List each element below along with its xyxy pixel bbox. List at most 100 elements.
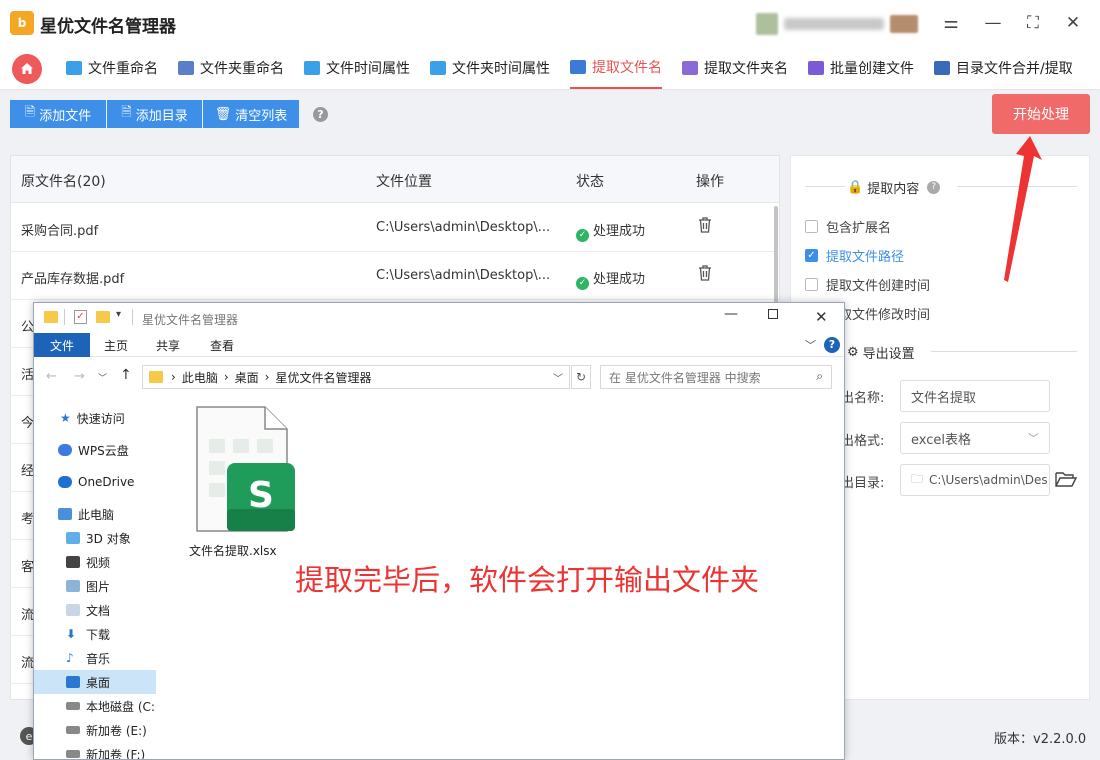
sidebar-item-volume-f[interactable]: 新加卷 (F:) xyxy=(34,742,156,759)
cell-location: C:\Users\admin\Desktop\... xyxy=(376,220,551,235)
batch-create-icon xyxy=(808,60,824,75)
close-icon[interactable]: ✕ xyxy=(1062,12,1084,34)
cell-filename: 产品库存数据.pdf xyxy=(21,272,125,287)
option-include-extension[interactable]: 包含扩展名 xyxy=(805,217,891,236)
sidebar-item-desktop[interactable]: 桌面 xyxy=(34,670,156,694)
ribbon-tab-view[interactable]: 查看 xyxy=(200,333,244,357)
tab-merge-extract[interactable]: 目录文件合并/提取 xyxy=(934,46,1073,89)
add-file-button[interactable]: 🗎 添加文件 xyxy=(10,100,106,128)
export-name-input[interactable]: 文件名提取 xyxy=(900,380,1050,412)
clear-list-label: 清空列表 xyxy=(235,108,288,124)
browse-folder-button[interactable] xyxy=(1055,470,1078,492)
excel-file-icon: S xyxy=(196,406,295,532)
new-folder-icon[interactable] xyxy=(96,311,110,323)
ribbon-expand-icon[interactable]: ﹀ xyxy=(805,337,816,353)
sidebar-item-onedrive[interactable]: OneDrive xyxy=(34,470,156,494)
tab-label: 文件重命名 xyxy=(88,60,158,77)
help-icon[interactable]: ? xyxy=(824,337,840,353)
breadcrumb-item[interactable]: 星优文件名管理器 xyxy=(275,369,371,386)
sidebar-item-videos[interactable]: 视频 xyxy=(34,550,156,574)
sidebar-item-downloads[interactable]: ⬇ 下载 xyxy=(34,622,156,646)
user-info-blurred[interactable] xyxy=(756,13,926,35)
cell-filename: 采购合同.pdf xyxy=(21,224,99,239)
address-bar[interactable]: › 此电脑 › 桌面 › 星优文件名管理器 ﹀ xyxy=(142,365,570,389)
clear-list-button[interactable]: 🗑 清空列表 xyxy=(203,100,299,128)
cell-status: ✓ 处理成功 xyxy=(576,268,645,290)
tab-folder-time[interactable]: 文件夹时间属性 xyxy=(430,46,550,89)
sidebar-item-this-pc[interactable]: 此电脑 xyxy=(34,502,156,526)
add-directory-button[interactable]: 🗎 添加目录 xyxy=(107,100,202,128)
sidebar-item-documents[interactable]: 文档 xyxy=(34,598,156,622)
video-icon xyxy=(66,556,80,568)
checkbox-checked[interactable]: ✓ xyxy=(805,249,818,262)
breadcrumb-item[interactable]: 此电脑 xyxy=(182,369,218,386)
explorer-minimize-icon[interactable]: — xyxy=(724,306,738,322)
sidebar-item-music[interactable]: ♪ 音乐 xyxy=(34,646,156,670)
breadcrumb-item[interactable]: 桌面 xyxy=(235,369,259,386)
ribbon-tab-share[interactable]: 共享 xyxy=(146,333,190,357)
sidebar-item-pictures[interactable]: 图片 xyxy=(34,574,156,598)
extract-foldername-icon xyxy=(682,60,698,75)
back-arrow-icon[interactable]: ← xyxy=(46,369,57,384)
sidebar-item-volume-e[interactable]: 新加卷 (E:) xyxy=(34,718,156,742)
checkbox[interactable] xyxy=(805,278,818,291)
properties-icon[interactable]: ✓ xyxy=(74,310,87,324)
star-icon: ★ xyxy=(60,411,71,425)
version-text: 版本：v2.2.0.0 xyxy=(994,732,1087,747)
cell-status: ✓ 处理成功 xyxy=(576,220,645,242)
sidebar-item-quick-access[interactable]: ★ 快速访问 xyxy=(34,406,156,430)
sidebar-item-wps-cloud[interactable]: WPS云盘 xyxy=(34,438,156,462)
tab-label: 提取文件夹名 xyxy=(704,60,788,77)
refresh-icon[interactable]: ↻ xyxy=(571,365,591,389)
checkbox[interactable] xyxy=(805,220,818,233)
delete-row-button[interactable] xyxy=(697,264,713,286)
up-arrow-icon[interactable]: ↑ xyxy=(120,367,132,383)
search-icon[interactable]: ⌕ xyxy=(816,369,823,384)
sidebar-item-3d-objects[interactable]: 3D 对象 xyxy=(34,526,156,550)
sidebar-item-local-disk-c[interactable]: 本地磁盘 (C: xyxy=(34,694,156,718)
table-row[interactable]: 采购合同.pdf C:\Users\admin\Desktop\... ✓ 处理成… xyxy=(11,204,779,252)
recent-locations-icon[interactable]: ﹀ xyxy=(98,371,107,384)
delete-row-button[interactable] xyxy=(697,216,713,238)
ribbon-tab-file[interactable]: 文件 xyxy=(34,333,90,357)
check-circle-icon: ✓ xyxy=(576,277,589,290)
ribbon-tab-home[interactable]: 主页 xyxy=(94,333,138,357)
chevron-down-icon[interactable]: ﹀ xyxy=(553,370,563,385)
tab-folder-rename[interactable]: 文件夹重命名 xyxy=(178,46,284,89)
option-extract-path[interactable]: ✓ 提取文件路径 xyxy=(805,246,904,265)
tab-label: 提取文件名 xyxy=(592,59,662,76)
settings-icon[interactable]: ⚌ xyxy=(940,12,962,34)
export-format-select[interactable]: excel表格 ﹀ xyxy=(900,422,1050,454)
explorer-close-icon[interactable]: ✕ xyxy=(815,308,828,326)
tab-extract-filename[interactable]: 提取文件名 xyxy=(570,46,662,89)
divider xyxy=(805,186,845,187)
home-button[interactable] xyxy=(12,54,42,84)
explorer-search-input[interactable]: 在 星优文件名管理器 中搜索 ⌕ xyxy=(600,365,832,389)
customize-toolbar-icon[interactable]: ▾ xyxy=(116,309,121,320)
start-processing-button[interactable]: 开始处理 xyxy=(992,94,1090,134)
explorer-maximize-icon[interactable] xyxy=(768,309,778,319)
folder-open-icon xyxy=(1055,472,1078,487)
help-icon[interactable]: ? xyxy=(313,107,328,122)
title-bar: b 星优文件名管理器 ⚌ — ⛶ ✕ xyxy=(0,0,1100,46)
export-dir-input[interactable]: 🗀 C:\Users\admin\Des xyxy=(900,464,1050,496)
minimize-icon[interactable]: — xyxy=(982,12,1004,34)
section-label: 导出设置 xyxy=(862,347,915,362)
sidebar-label: 新加卷 (E:) xyxy=(86,723,147,738)
file-explorer-window[interactable]: ✓ ▾ 星优文件名管理器 — ✕ 文件 主页 共享 查看 ﹀ ? ← → ﹀ ↑… xyxy=(33,302,845,760)
tab-file-rename[interactable]: 文件重命名 xyxy=(66,46,158,89)
maximize-icon[interactable]: ⛶ xyxy=(1022,12,1044,34)
tab-batch-create[interactable]: 批量创建文件 xyxy=(808,46,914,89)
option-extract-created-time[interactable]: 提取文件创建时间 xyxy=(805,275,930,294)
export-dir-label: 出目录: xyxy=(841,476,885,491)
help-icon[interactable]: ? xyxy=(927,181,941,194)
export-format-label: 出格式: xyxy=(841,434,885,449)
file-icon: 🗎 xyxy=(121,105,132,120)
forward-arrow-icon[interactable]: → xyxy=(74,369,85,384)
tab-file-time[interactable]: 文件时间属性 xyxy=(304,46,410,89)
file-item-xlsx[interactable]: S 文件名提取.xlsx xyxy=(189,405,299,565)
status-text: 处理成功 xyxy=(593,272,646,287)
tab-extract-foldername[interactable]: 提取文件夹名 xyxy=(682,46,788,89)
app-title: 星优文件名管理器 xyxy=(40,17,176,37)
table-row[interactable]: 产品库存数据.pdf C:\Users\admin\Desktop\... ✓ 处… xyxy=(11,252,779,300)
